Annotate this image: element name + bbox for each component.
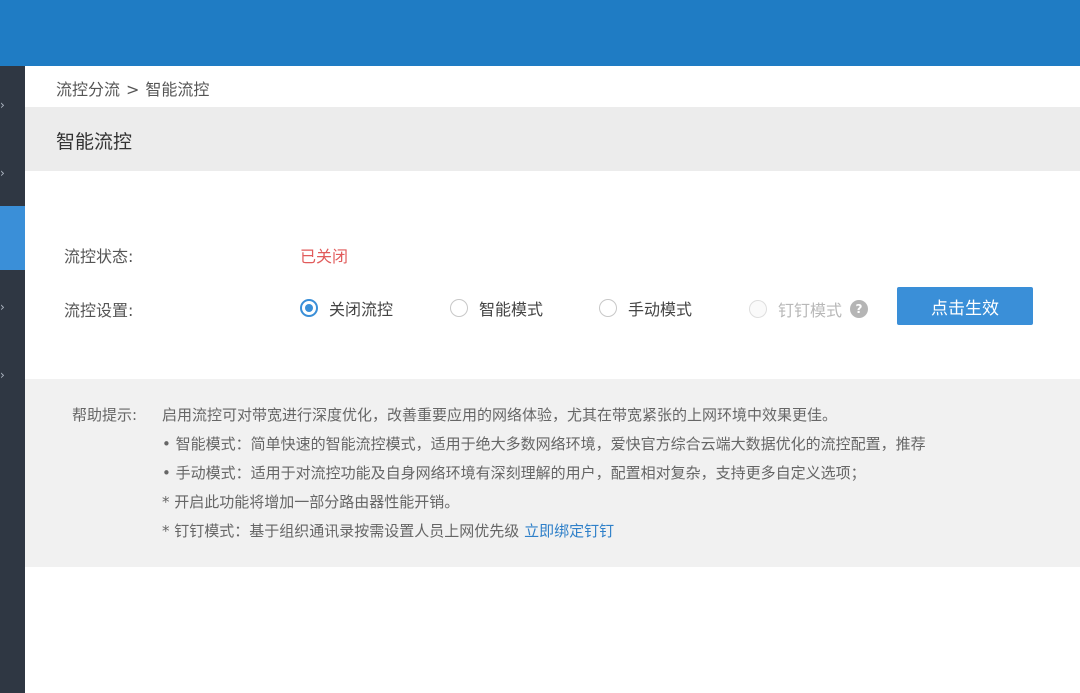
breadcrumb-separator: > (126, 80, 140, 99)
help-intro: 启用流控可对带宽进行深度优化，改善重要应用的网络体验，尤其在带宽紧张的上网环境中… (162, 406, 838, 424)
sidebar-item-5[interactable]: › (0, 356, 25, 396)
status-label: 流控状态: (64, 247, 134, 266)
sidebar-item-2[interactable]: › (0, 154, 25, 194)
radio-label: 钉钉模式 (778, 301, 843, 320)
sidebar-item-4[interactable]: › (0, 288, 25, 328)
settings-label: 流控设置: (64, 301, 134, 320)
radio-dingtalk-mode: 钉钉模式 ? (749, 298, 869, 320)
radio-button-disabled (749, 300, 767, 318)
question-icon[interactable]: ? (850, 300, 869, 318)
breadcrumb-current: 智能流控 (145, 80, 210, 99)
help-label: 帮助提示: (72, 406, 138, 424)
radio-manual-mode[interactable]: 手动模式 (599, 297, 692, 319)
sidebar-item-active[interactable] (0, 206, 25, 270)
top-header-bar (0, 0, 1080, 66)
radio-close-flow-control[interactable]: 关闭流控 (300, 297, 393, 319)
chevron-icon: › (0, 368, 5, 382)
sidebar: › › › › (0, 66, 25, 693)
section-header: 智能流控 (25, 107, 1080, 171)
sidebar-item-1[interactable]: › (0, 86, 25, 126)
help-smart-mode: • 智能模式：简单快速的智能流控模式，适用于绝大多数网络环境，爱快官方综合云端大… (162, 435, 926, 453)
help-tips-box: 帮助提示: 启用流控可对带宽进行深度优化，改善重要应用的网络体验，尤其在带宽紧张… (25, 379, 1080, 567)
chevron-icon: › (0, 98, 5, 112)
radio-label: 智能模式 (479, 300, 544, 319)
help-dingtalk-mode: * 钉钉模式：基于组织通讯录按需设置人员上网优先级 立即绑定钉钉 (162, 520, 614, 541)
apply-button[interactable]: 点击生效 (897, 287, 1033, 325)
bind-dingtalk-link[interactable]: 立即绑定钉钉 (524, 522, 614, 540)
breadcrumb: 流控分流 > 智能流控 (56, 76, 209, 100)
radio-label: 关闭流控 (329, 300, 394, 319)
main-content: 流控分流 > 智能流控 智能流控 流控状态: 已关闭 流控设置: 关闭流控 智能模式… (25, 66, 1080, 693)
radio-button[interactable] (450, 299, 468, 317)
chevron-icon: › (0, 300, 5, 314)
chevron-icon: › (0, 166, 5, 180)
help-manual-mode: • 手动模式：适用于对流控功能及自身网络环境有深刻理解的用户，配置相对复杂，支持… (162, 464, 866, 482)
help-performance-note: * 开启此功能将增加一部分路由器性能开销。 (162, 493, 460, 511)
radio-smart-mode[interactable]: 智能模式 (450, 297, 543, 319)
radio-button-checked[interactable] (300, 299, 318, 317)
page-title: 智能流控 (56, 131, 133, 153)
status-value: 已关闭 (300, 247, 349, 266)
radio-label: 手动模式 (628, 300, 693, 319)
help-dingtalk-text: * 钉钉模式：基于组织通讯录按需设置人员上网优先级 (162, 522, 520, 540)
radio-button[interactable] (599, 299, 617, 317)
breadcrumb-parent[interactable]: 流控分流 (56, 80, 120, 99)
